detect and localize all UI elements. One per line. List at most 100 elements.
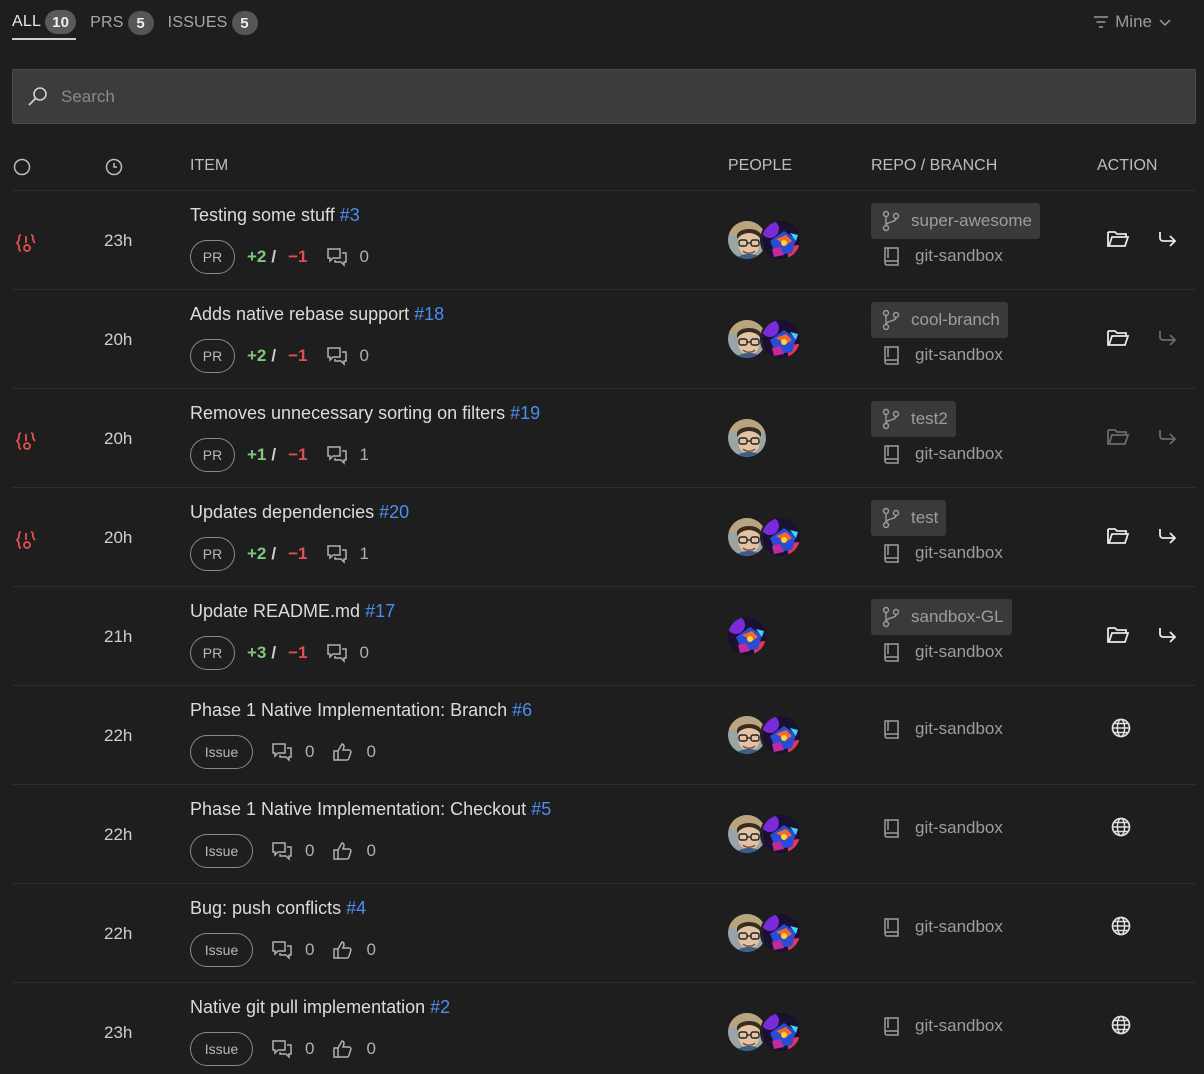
table-row[interactable]: 23h Testing some stuff #3 PR +2/ −1 0 super-awe… [12, 191, 1196, 290]
additions-count: +1 [247, 445, 267, 464]
people-column-header[interactable]: PEOPLE [728, 157, 792, 175]
item-title[interactable]: Phase 1 Native Implementation: Branch #6 [190, 700, 532, 721]
thumbs-up-icon [332, 742, 354, 762]
item-number-link[interactable]: #18 [414, 304, 444, 324]
repo-branch-cell: cool-branch git-sandbox [871, 302, 1008, 366]
comments-icon [271, 940, 293, 960]
repo-icon [884, 346, 899, 365]
avatar[interactable] [726, 615, 768, 657]
tab-issues-count: 5 [231, 11, 258, 35]
item-title[interactable]: Updates dependencies #20 [190, 502, 409, 523]
item-number-link[interactable]: #19 [510, 403, 540, 423]
open-folder-icon[interactable] [1106, 426, 1130, 453]
item-number-link[interactable]: #5 [531, 799, 551, 819]
item-title-text: Native git pull implementation [190, 997, 426, 1017]
table-row[interactable]: 20h Adds native rebase support #18 PR +2/ −1 0… [12, 290, 1196, 389]
open-folder-icon[interactable] [1106, 525, 1130, 552]
open-folder-icon[interactable] [1106, 228, 1130, 255]
globe-icon[interactable] [1110, 816, 1132, 843]
thumbs-up-icon [332, 1039, 354, 1059]
repo-branch-cell: git-sandbox [871, 916, 1003, 938]
additions-count: +2 [247, 544, 267, 563]
updated-time: 21h [104, 627, 133, 646]
item-title[interactable]: Testing some stuff #3 [190, 205, 360, 226]
item-number-link[interactable]: #20 [379, 502, 409, 522]
avatar[interactable] [726, 417, 768, 459]
thumbs-up-icon [332, 940, 354, 960]
avatar[interactable] [760, 912, 802, 954]
avatar[interactable] [760, 219, 802, 261]
globe-icon[interactable] [1110, 915, 1132, 942]
table-row[interactable]: 21h Update README.md #17 PR +3/ −1 0 sandbox-GL… [12, 587, 1196, 686]
item-title[interactable]: Bug: push conflicts #4 [190, 898, 366, 919]
open-folder-icon[interactable] [1106, 327, 1130, 354]
item-number-link[interactable]: #6 [512, 700, 532, 720]
item-title[interactable]: Update README.md #17 [190, 601, 395, 622]
repo-branch-column-header[interactable]: REPO / BRANCH [871, 157, 997, 175]
globe-icon[interactable] [1110, 717, 1132, 744]
branch-chip[interactable]: test2 [871, 401, 956, 437]
avatar[interactable] [760, 318, 802, 360]
table-row[interactable]: 22h Phase 1 Native Implementation: Branch… [12, 686, 1196, 785]
comments-icon [326, 544, 348, 564]
status-column-header[interactable] [12, 157, 32, 182]
item-title-text: Bug: push conflicts [190, 898, 342, 918]
item-number-link[interactable]: #2 [430, 997, 450, 1017]
repo-name: git-sandbox [915, 719, 1003, 738]
open-folder-icon[interactable] [1106, 624, 1130, 651]
tab-issues[interactable]: ISSUES 5 [168, 11, 258, 39]
clock-icon [105, 158, 123, 176]
branch-chip[interactable]: super-awesome [871, 203, 1040, 239]
branch-name: super-awesome [911, 211, 1032, 230]
item-title[interactable]: Adds native rebase support #18 [190, 304, 444, 325]
mine-filter-dropdown[interactable]: Mine [1093, 12, 1178, 32]
item-title[interactable]: Native git pull implementation #2 [190, 997, 450, 1018]
branch-chip[interactable]: test [871, 500, 947, 536]
repo-name: git-sandbox [915, 543, 1003, 562]
table-row[interactable]: 22h Bug: push conflicts #4 Issue 0 0 git-sandb… [12, 884, 1196, 983]
tab-all[interactable]: ALL 10 [12, 10, 77, 40]
people-avatars [726, 417, 768, 459]
repo-branch-cell: test2 git-sandbox [871, 401, 1003, 465]
avatar[interactable] [760, 714, 802, 756]
people-avatars [726, 1011, 802, 1053]
switch-branch-icon[interactable] [1156, 229, 1178, 254]
item-meta: Issue 0 0 [190, 735, 376, 769]
repo-label: git-sandbox [871, 245, 1040, 267]
item-number-link[interactable]: #4 [346, 898, 366, 918]
table-row[interactable]: 20h Updates dependencies #20 PR +2/ −1 1 test gi… [12, 488, 1196, 587]
item-number-link[interactable]: #17 [365, 601, 395, 621]
table-row[interactable]: 22h Phase 1 Native Implementation: Checko… [12, 785, 1196, 884]
avatar[interactable] [760, 1011, 802, 1053]
search-icon [28, 86, 47, 106]
item-title[interactable]: Phase 1 Native Implementation: Checkout #… [190, 799, 551, 820]
search-input[interactable] [61, 86, 1161, 107]
updated-time: 22h [104, 726, 133, 745]
item-column-header[interactable]: ITEM [190, 157, 228, 175]
avatar[interactable] [760, 813, 802, 855]
thumbs-up-icon [332, 841, 354, 861]
item-title[interactable]: Removes unnecessary sorting on filters #1… [190, 403, 540, 424]
branch-chip[interactable]: sandbox-GL [871, 599, 1012, 635]
repo-name: git-sandbox [915, 345, 1003, 364]
avatar[interactable] [760, 516, 802, 558]
repo-label: git-sandbox [871, 542, 1003, 564]
branch-chip[interactable]: cool-branch [871, 302, 1008, 338]
pr-badge: PR [190, 537, 235, 571]
time-column-header[interactable] [104, 157, 124, 182]
globe-icon[interactable] [1110, 1014, 1132, 1041]
row-actions [1106, 426, 1178, 453]
item-number-link[interactable]: #3 [340, 205, 360, 225]
tab-all-label: ALL [12, 13, 42, 30]
repo-name: git-sandbox [915, 444, 1003, 463]
table-row[interactable]: 20h Removes unnecessary sorting on filter… [12, 389, 1196, 488]
switch-branch-icon[interactable] [1156, 328, 1178, 353]
repo-label: git-sandbox [871, 916, 1003, 938]
deletions-count: −1 [288, 346, 308, 365]
switch-branch-icon[interactable] [1156, 526, 1178, 551]
switch-branch-icon[interactable] [1156, 625, 1178, 650]
switch-branch-icon[interactable] [1156, 427, 1178, 452]
tab-prs[interactable]: PRS 5 [90, 11, 154, 39]
pr-badge: PR [190, 636, 235, 670]
table-row[interactable]: 23h Native git pull implementation #2 Issue… [12, 983, 1196, 1074]
